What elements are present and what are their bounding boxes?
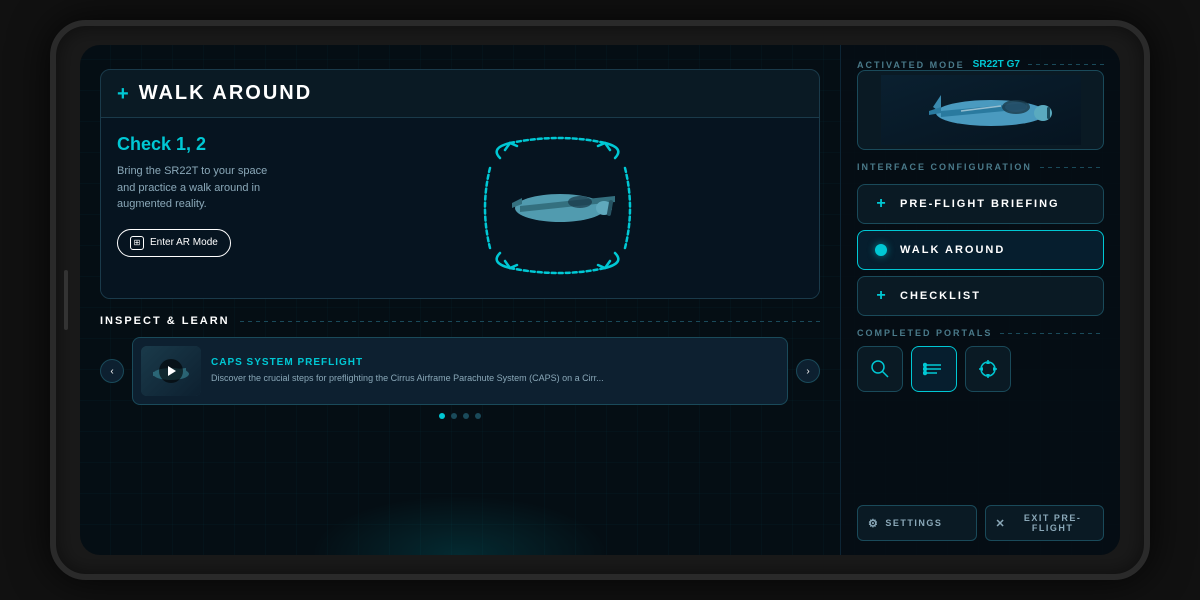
carousel-item-title: CAPS SYSTEM PREFLIGHT [211,357,779,368]
menu-item-dot-icon [872,241,890,259]
dot-3 [463,413,469,419]
video-thumbnail [141,346,201,396]
completed-portals-section: COMPLETED PORTALS [857,328,1104,392]
screen: + WALK AROUND Check 1, 2 Bring the SR22T… [80,45,1120,555]
menu-item-label-2: WALK AROUND [900,244,1005,256]
main-card-header: + WALK AROUND [101,70,819,118]
activated-mode-header: ACTIVATED MODE SR22T G7 [857,59,1104,70]
exit-label: EXIT PRE-FLIGHT [1012,513,1093,533]
dot-4 [475,413,481,419]
walk-around-title: WALK AROUND [139,82,312,105]
interface-config-header: INTERFACE CONFIGURATION [857,162,1104,172]
inspect-divider [240,321,820,322]
list-icon [923,358,945,380]
search-icon [869,358,891,380]
plus-icon-2: + [876,287,885,305]
check-title: Check 1, 2 [117,134,285,155]
plane-ar-visual [460,128,660,288]
plane-preview-svg [871,75,1091,145]
dot-2 [451,413,457,419]
completed-portals-header: COMPLETED PORTALS [857,328,1104,338]
ar-button-label: Enter AR Mode [150,237,218,248]
menu-item-label-3: CHECKLIST [900,290,981,302]
portal-search[interactable] [857,346,903,392]
move-icon [977,358,999,380]
plane-preview [857,70,1104,150]
section-divider-3 [1000,333,1104,334]
menu-item-walk-around[interactable]: WALK AROUND [857,230,1104,270]
section-divider-2 [1040,167,1104,168]
play-triangle-icon [168,366,176,376]
check-desc: Bring the SR22T to your space and practi… [117,163,285,213]
portals-icons-container [857,346,1104,392]
interface-config-label: INTERFACE CONFIGURATION [857,162,1032,172]
settings-label: SETTINGS [885,518,942,528]
exit-icon: ✕ [996,517,1007,530]
carousel-item-desc: Discover the crucial steps for preflight… [211,372,779,385]
tablet-frame: + WALK AROUND Check 1, 2 Bring the SR22T… [50,20,1150,580]
menu-item-label-1: PRE-FLIGHT BRIEFING [900,198,1060,210]
activated-mode-label: ACTIVATED MODE [857,60,965,70]
section-divider-1 [1028,64,1104,65]
main-card: + WALK AROUND Check 1, 2 Bring the SR22T… [100,69,820,299]
plane-preview-inner [858,71,1103,149]
menu-item-checklist[interactable]: + CHECKLIST [857,276,1104,316]
menu-items-container: + PRE-FLIGHT BRIEFING WALK AROUND + CHEC… [857,184,1104,316]
dot-1 [439,413,445,419]
portal-list[interactable] [911,346,957,392]
plus-icon-1: + [876,195,885,213]
settings-icon: ⚙ [868,517,879,530]
exit-preflight-button[interactable]: ✕ EXIT PRE-FLIGHT [985,505,1105,541]
menu-item-preflight-briefing[interactable]: + PRE-FLIGHT BRIEFING [857,184,1104,224]
left-panel: + WALK AROUND Check 1, 2 Bring the SR22T… [80,45,840,555]
settings-button[interactable]: ⚙ SETTINGS [857,505,977,541]
walk-around-plus-icon: + [117,84,129,104]
bottom-bar: ⚙ SETTINGS ✕ EXIT PRE-FLIGHT [857,505,1104,541]
inspect-header: INSPECT & LEARN [100,315,820,327]
right-panel: ACTIVATED MODE SR22T G7 [840,45,1120,555]
carousel-container: ‹ [100,337,820,405]
play-button[interactable] [159,359,183,383]
inspect-title: INSPECT & LEARN [100,315,230,327]
carousel-item[interactable]: CAPS SYSTEM PREFLIGHT Discover the cruci… [132,337,788,405]
carousel-dots [100,413,820,419]
inspect-section: INSPECT & LEARN ‹ [100,315,820,531]
main-card-text: Check 1, 2 Bring the SR22T to your space… [101,118,301,298]
completed-portals-label: COMPLETED PORTALS [857,328,992,338]
activated-mode-section: ACTIVATED MODE SR22T G7 [857,59,1104,150]
interface-config-section: INTERFACE CONFIGURATION [857,162,1104,172]
carousel-prev-button[interactable]: ‹ [100,359,124,383]
carousel-next-button[interactable]: › [796,359,820,383]
mode-value: SR22T G7 [973,59,1020,70]
ar-button-icon: ⊞ [130,236,144,250]
main-card-body: Check 1, 2 Bring the SR22T to your space… [101,118,819,298]
menu-item-plus-icon-1: + [872,195,890,213]
ar-mode-button[interactable]: ⊞ Enter AR Mode [117,229,231,257]
active-dot-icon [875,244,887,256]
carousel-text: CAPS SYSTEM PREFLIGHT Discover the cruci… [211,357,779,385]
menu-item-plus-icon-2: + [872,287,890,305]
plane-visual [301,118,819,298]
portal-move[interactable] [965,346,1011,392]
